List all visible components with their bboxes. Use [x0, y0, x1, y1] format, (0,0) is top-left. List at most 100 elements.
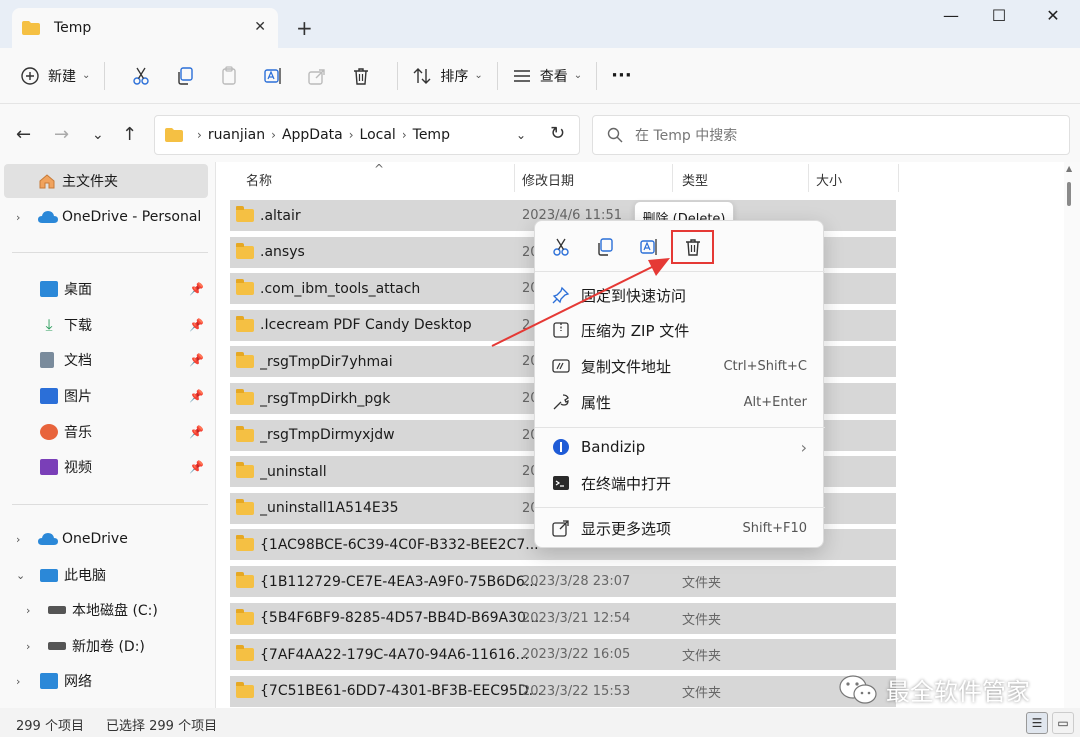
plus-circle-icon [21, 66, 39, 85]
column-divider[interactable] [898, 164, 899, 192]
chevron-right-icon: › [348, 128, 354, 142]
context-item-more-options[interactable]: 显示更多选项 Shift+F10 [535, 510, 825, 546]
chevron-right-icon: › [197, 128, 202, 142]
copy-path-icon [551, 356, 571, 376]
maximize-button[interactable]: ☐ [976, 6, 1022, 30]
up-arrow-icon[interactable]: ↑ [122, 124, 137, 145]
search-input[interactable]: 在 Temp 中搜索 [592, 115, 1070, 155]
breadcrumb-appdata[interactable]: AppData [282, 127, 343, 143]
context-copy-button[interactable] [593, 235, 617, 259]
rename-button[interactable] [263, 58, 283, 94]
sidebar-item-home[interactable]: 主文件夹 [4, 164, 208, 198]
sidebar-item-desktop[interactable]: 桌面 📌 [0, 272, 216, 306]
chevron-right-icon[interactable]: › [16, 533, 20, 546]
delete-button[interactable] [351, 58, 371, 94]
context-item-pin[interactable]: 固定到快速访问 [535, 277, 825, 313]
context-divider [535, 271, 825, 272]
sidebar-item-documents[interactable]: 文档 📌 [0, 343, 216, 377]
chevron-down-icon: ⌄ [82, 70, 91, 81]
sidebar-label: 视频 [64, 460, 92, 476]
chevron-right-icon[interactable]: › [26, 604, 30, 617]
recent-chevron-icon[interactable]: ⌄ [92, 127, 104, 143]
details-view-button[interactable]: ☰ [1026, 712, 1048, 734]
file-date: 2023/3/28 23:07 [522, 574, 631, 589]
minimize-button[interactable]: — [928, 6, 974, 30]
copy-button[interactable] [175, 58, 195, 94]
context-item-properties[interactable]: 属性 Alt+Enter [535, 384, 825, 420]
search-icon [607, 127, 623, 143]
view-button[interactable]: 查看 ⌄ [512, 58, 582, 94]
cut-button[interactable] [131, 58, 151, 94]
column-header-size[interactable]: 大小 [816, 162, 842, 196]
context-item-zip[interactable]: 压缩为 ZIP 文件 [535, 312, 825, 348]
document-icon [40, 352, 54, 368]
context-label: 在终端中打开 [581, 474, 672, 493]
close-window-button[interactable]: ✕ [1030, 6, 1076, 30]
tab-temp[interactable]: Temp ✕ [12, 8, 278, 48]
context-label: 属性 [581, 393, 612, 412]
sidebar-item-pictures[interactable]: 图片 📌 [0, 379, 216, 413]
context-item-terminal[interactable]: 在终端中打开 [535, 465, 825, 501]
file-name: _uninstall [260, 463, 327, 480]
tiles-view-button[interactable]: ▭ [1052, 712, 1074, 734]
context-cut-button[interactable] [549, 235, 573, 259]
breadcrumb-ruanjian[interactable]: ruanjian [208, 127, 265, 143]
more-options-button[interactable]: ··· [611, 58, 632, 94]
back-arrow-icon[interactable]: ← [16, 124, 31, 145]
bandizip-icon [551, 437, 571, 457]
selected-count: 已选择 299 个项目 [106, 719, 218, 734]
context-rename-button[interactable] [637, 235, 661, 259]
toolbar-divider [397, 61, 399, 90]
watermark-text: 最全软件管家 [886, 678, 1030, 706]
file-date: 2 [522, 317, 531, 333]
forward-arrow-icon[interactable]: → [54, 124, 69, 145]
scissors-icon [553, 238, 569, 256]
sort-button[interactable]: 排序 ⌄ [412, 58, 483, 94]
sidebar-item-music[interactable]: 音乐 📌 [0, 415, 216, 449]
view-list-icon [513, 69, 530, 82]
sidebar-item-onedrive-personal[interactable]: › OneDrive - Personal [0, 200, 216, 234]
scrollbar-thumb[interactable] [1067, 182, 1071, 206]
sidebar-label: 桌面 [64, 282, 92, 298]
folder-icon [165, 128, 183, 142]
tab-close-icon[interactable]: ✕ [254, 19, 266, 35]
sidebar-item-drive-d[interactable]: › 新加卷 (D:) [0, 629, 216, 663]
paste-button[interactable] [219, 58, 239, 94]
chevron-right-icon[interactable]: › [26, 640, 30, 653]
breadcrumb-local[interactable]: Local [360, 127, 396, 143]
column-header-modified[interactable]: 修改日期 [522, 162, 574, 196]
column-divider[interactable] [808, 164, 809, 192]
sidebar-item-onedrive[interactable]: › OneDrive [0, 522, 216, 556]
scissors-icon [133, 67, 150, 85]
vertical-scrollbar[interactable] [1064, 162, 1080, 708]
table-row[interactable]: {5B4F6BF9-8285-4D57-BB4D-B69A30... 2023/3… [230, 602, 896, 634]
download-icon: ⤓ [45, 315, 53, 334]
chevron-right-icon[interactable]: › [16, 211, 20, 224]
status-bar: 299 个项目 已选择 299 个项目 ☰ ▭ [0, 708, 1080, 737]
sidebar-item-this-pc[interactable]: ⌄ 此电脑 [0, 558, 216, 592]
address-dropdown-icon[interactable]: ⌄ [516, 128, 526, 142]
new-button[interactable]: 新建 ⌄ [20, 58, 90, 94]
table-row[interactable]: {7AF4AA22-179C-4A70-94A6-11616... 2023/3/… [230, 639, 896, 671]
context-item-bandizip[interactable]: Bandizip › [535, 429, 825, 465]
breadcrumb-temp[interactable]: Temp [413, 127, 450, 143]
chevron-down-icon[interactable]: ⌄ [16, 569, 25, 582]
sidebar-item-downloads[interactable]: ⤓ 下载 📌 [0, 308, 216, 342]
column-header-name[interactable]: 名称 [246, 162, 272, 196]
folder-icon [236, 206, 254, 222]
sidebar-item-drive-c[interactable]: › 本地磁盘 (C:) [0, 593, 216, 627]
new-tab-button[interactable]: + [296, 16, 313, 40]
column-divider[interactable] [672, 164, 673, 192]
table-row[interactable]: {1B112729-CE7E-4EA3-A9F0-75B6D6... 2023/3… [230, 566, 896, 597]
sidebar-item-videos[interactable]: 视频 📌 [0, 450, 216, 484]
chevron-right-icon[interactable]: › [16, 675, 20, 688]
zip-icon [551, 320, 571, 340]
share-button[interactable] [307, 58, 327, 94]
scroll-up-arrow-icon[interactable]: ▲ [1066, 164, 1072, 173]
refresh-icon[interactable]: ↻ [550, 123, 565, 144]
sidebar-item-network[interactable]: › 网络 [0, 664, 216, 698]
table-row[interactable]: {7C51BE61-6DD7-4301-BF3B-EEC95D... 2023/3… [230, 675, 896, 707]
column-header-type[interactable]: 类型 [682, 162, 708, 196]
column-divider[interactable] [514, 164, 515, 192]
context-item-copy-path[interactable]: 复制文件地址 Ctrl+Shift+C [535, 348, 825, 384]
